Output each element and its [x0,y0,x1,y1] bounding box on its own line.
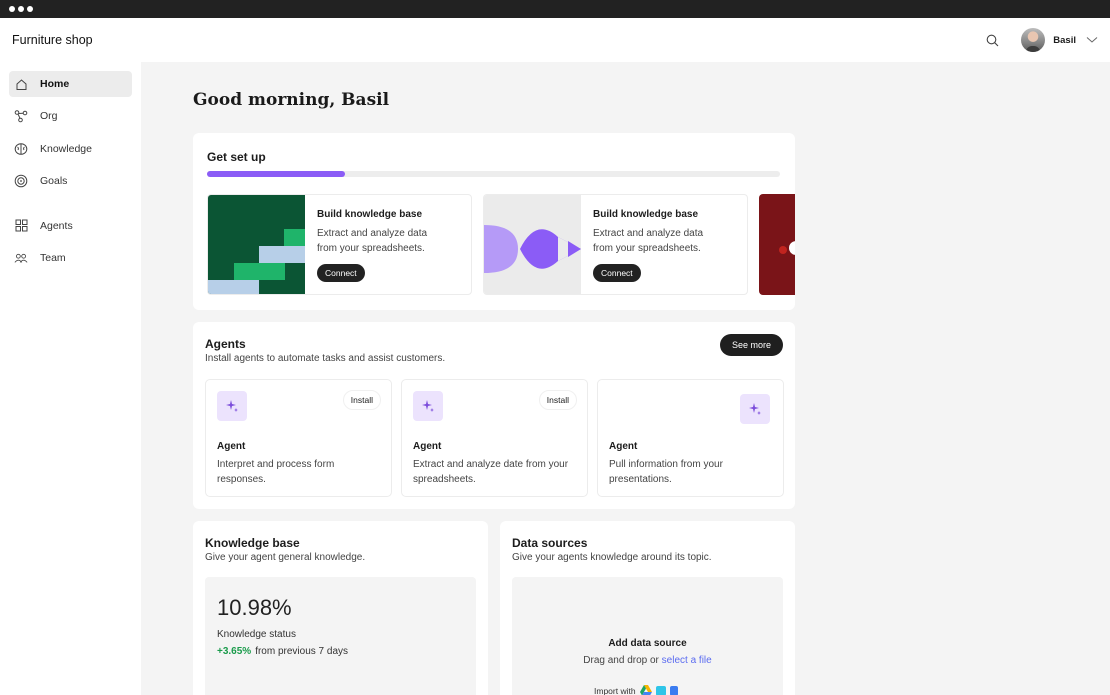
user-menu-chevron[interactable] [1086,34,1098,46]
agent-card[interactable]: Install Agent Interpret and process form… [205,379,392,497]
upload-dropzone[interactable]: Add data source Drag and drop or select … [512,577,783,695]
home-icon [14,77,28,91]
agent-description: Pull information from your presentations… [609,459,723,485]
sidebar-item-label: Team [40,251,66,264]
app-icon[interactable] [655,685,666,695]
window-titlebar [0,0,1110,18]
sparkle-icon [217,391,247,421]
progress-fill [207,171,345,177]
page-title: Good morning, Basil [193,90,390,110]
section-subtitle: Install agents to automate tasks and ass… [205,353,446,364]
google-drive-icon[interactable] [639,685,652,695]
agent-card[interactable]: Install Agent Extract and analyze date f… [401,379,588,497]
section-subtitle: Give your agents knowledge around its to… [512,552,712,563]
target-icon [14,174,28,188]
connect-button[interactable]: Connect [593,264,641,282]
import-with-row: Import with [594,685,678,695]
drag-prefix: Drag and drop or [583,655,659,666]
tile-illustration [208,195,305,294]
sparkle-icon [740,394,770,424]
sidebar-item-label: Home [40,78,70,90]
connect-button[interactable]: Connect [317,264,365,282]
tile-illustration [759,194,795,295]
get-set-up-card: Get set up Build knowledge base Extract … [193,133,795,310]
team-icon [14,251,28,265]
delta-value: +3.65% [217,646,252,657]
window-dot-icon [18,6,24,12]
delta-suffix: from previous 7 days [255,646,349,657]
agent-name: Agent [609,441,638,452]
setup-tile[interactable]: Build knowledge base Extract and analyze… [207,194,472,295]
agent-description: Interpret and process form responses. [217,459,335,485]
sidebar-item-agents[interactable]: Agents [9,213,132,239]
knowledge-value: 10.98% [217,595,292,620]
chevron-down-icon [1086,37,1098,43]
import-with-label: Import with [594,685,636,695]
agent-card[interactable]: Agent Pull information from your present… [597,379,784,497]
search-icon [986,34,999,46]
org-icon [14,109,28,123]
agent-name: Agent [217,441,246,452]
setup-tile[interactable]: Build knowledge base Extract and analyze… [483,194,748,295]
section-subtitle: Give your agent general knowledge. [205,552,366,563]
sidebar-item-label: Org [40,110,58,123]
app-title: Furniture shop [12,33,93,47]
knowledge-stat-panel: 10.98% Knowledge status +3.65% from previ… [205,577,476,695]
section-title: Data sources [512,536,588,550]
knowledge-base-card: Knowledge base Give your agent general k… [193,521,488,695]
tile-description: Extract and analyze data from your sprea… [317,228,428,254]
install-button[interactable]: Install [538,390,577,410]
sidebar-item-goals[interactable]: Goals [9,168,132,194]
sidebar-item-home[interactable]: Home [9,71,132,97]
knowledge-status-label: Knowledge status [217,629,296,640]
sidebar-item-team[interactable]: Team [9,245,132,271]
setup-tile-partial[interactable] [759,194,795,295]
section-title: Knowledge base [205,536,300,550]
sidebar-item-label: Knowledge [40,142,92,155]
drag-drop-text: Drag and drop or select a file [512,655,783,666]
setup-progress-bar [207,171,780,177]
sidebar-item-org[interactable]: Org [9,103,132,129]
search-button[interactable] [980,28,1004,52]
sidebar-item-label: Goals [40,175,68,188]
docs-icon[interactable] [669,685,678,695]
sidebar-item-label: Agents [40,219,73,232]
select-file-link[interactable]: select a file [662,655,712,666]
see-more-button[interactable]: See more [719,334,783,356]
add-data-source-label: Add data source [608,638,687,649]
knowledge-delta: +3.65% from previous 7 days [217,646,348,657]
install-button[interactable]: Install [342,390,381,410]
sidebar: Home Org Knowledge Goals Agents Team [0,62,141,695]
data-sources-card: Data sources Give your agents knowledge … [500,521,795,695]
window-dot-icon [27,6,33,12]
user-name[interactable]: Basil [1053,35,1076,46]
sparkle-icon [413,391,443,421]
brain-icon [14,142,28,156]
agent-name: Agent [413,441,442,452]
agent-description: Extract and analyze date from your sprea… [413,459,569,485]
window-dot-icon [9,6,15,12]
grid-icon [14,219,28,233]
section-title: Get set up [207,150,266,164]
main-content: Good morning, Basil Get set up Build kno… [141,62,1110,695]
tile-title: Build knowledge base [593,209,699,220]
tile-illustration [484,195,581,294]
avatar[interactable] [1021,28,1046,52]
agents-card: Agents Install agents to automate tasks … [193,322,795,509]
tile-description: Extract and analyze data from your sprea… [593,228,704,254]
sidebar-item-knowledge[interactable]: Knowledge [9,136,132,162]
tile-title: Build knowledge base [317,209,423,220]
section-title: Agents [205,337,246,351]
top-bar: Furniture shop Basil [0,18,1110,62]
